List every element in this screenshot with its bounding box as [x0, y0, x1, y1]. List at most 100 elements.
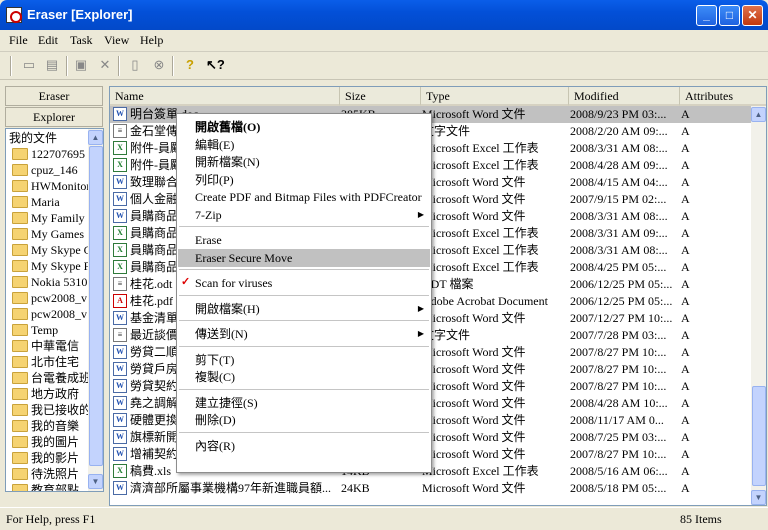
scroll-thumb[interactable] — [752, 386, 766, 486]
tree-folder-item[interactable]: 我的圖片 — [12, 434, 79, 450]
context-menu-item[interactable]: 開啟檔案(H) ▶ — [178, 300, 430, 318]
tree-folder-item[interactable]: 教育部點 — [12, 482, 80, 492]
tree-folder-item[interactable]: 北市住宅 — [12, 354, 79, 370]
context-menu-item[interactable]: ✓ Scan for viruses — [178, 274, 430, 292]
menu-help[interactable]: Help — [140, 33, 163, 48]
col-header-size[interactable]: Size — [340, 87, 421, 106]
context-menu-item[interactable]: 內容(R) — [178, 437, 430, 455]
minimize-button[interactable]: _ — [696, 5, 717, 26]
menu-task[interactable]: Task — [70, 33, 93, 48]
context-help-icon[interactable]: ↖? — [206, 56, 225, 74]
context-menu-item[interactable]: 開啟舊檔(O) — [178, 118, 430, 136]
tree-folder-item[interactable]: HWMonitor — [12, 178, 90, 194]
tree-root-item[interactable]: 我的文件 — [9, 130, 57, 146]
tree-folder-item[interactable]: My Games — [12, 226, 84, 242]
tree-folder-item[interactable]: 待洗照片 — [12, 466, 79, 482]
context-menu-item[interactable]: Eraser Secure Move — [178, 248, 430, 267]
col-header-type[interactable]: Type — [421, 87, 569, 106]
cell-modified: 2007/12/27 PM 10:... — [570, 311, 673, 325]
window-title: Eraser [Explorer] — [27, 7, 133, 22]
txt-file-icon: ≡ — [113, 124, 127, 138]
file-list-scrollbar[interactable]: ▲ ▼ — [751, 106, 766, 505]
tree-folder-item[interactable]: My Family — [12, 210, 85, 226]
context-menu-item[interactable]: Create PDF and Bitmap Files with PDFCrea… — [178, 188, 430, 206]
context-menu-item[interactable]: 傳送到(N) ▶ — [178, 325, 430, 343]
tree-item-label: 地方政府 — [31, 387, 80, 401]
tree-folder-item[interactable]: cpuz_146 — [12, 162, 78, 178]
context-menu-item[interactable]: 編輯(E) — [178, 136, 430, 154]
tab-explorer[interactable]: Explorer — [5, 107, 103, 127]
tree-folder-item[interactable]: pcw2008_v — [12, 290, 87, 306]
context-menu-item[interactable]: 剪下(T) — [178, 351, 430, 369]
menu-separator — [179, 345, 429, 347]
file-row[interactable]: W 濟濟部所屬事業機構97年新進職員額... 24KB Microsoft Word … — [110, 480, 751, 497]
cell-attr: A — [681, 226, 690, 240]
close-button[interactable]: ✕ — [742, 5, 763, 26]
tree-folder-item[interactable]: 我的影片 — [12, 450, 79, 466]
cell-attr: A — [681, 328, 690, 342]
context-menu-item[interactable]: 複製(C) — [178, 368, 430, 386]
tree-folder-item[interactable]: Nokia 5310 — [12, 274, 87, 290]
run-icon[interactable]: ▯ — [126, 56, 144, 74]
toolbar-separator — [118, 56, 120, 76]
tree-folder-item[interactable]: 地方政府 — [12, 386, 79, 402]
stop-icon[interactable]: ⊗ — [150, 56, 168, 74]
menu-separator — [179, 388, 429, 390]
cell-type: Microsoft Excel 工作表 — [422, 243, 539, 257]
maximize-button[interactable]: □ — [719, 5, 740, 26]
tree-folder-item[interactable]: 中華電信 — [12, 338, 79, 354]
tree-folder-item[interactable]: My Skype C — [12, 242, 92, 258]
tree-folder-item[interactable]: 122707695 — [12, 146, 85, 162]
context-menu-item[interactable]: 建立捷徑(S) — [178, 394, 430, 412]
tree-folder-item[interactable]: My Skype F — [12, 258, 90, 274]
word-file-icon: W — [113, 396, 127, 410]
context-menu-item[interactable]: 7-Zip ▶ — [178, 206, 430, 224]
context-menu-item[interactable]: 開新檔案(N) — [178, 153, 430, 171]
tree-folder-item[interactable]: 我已接收的 — [12, 402, 91, 418]
tree-folder-item[interactable]: Temp — [12, 322, 58, 338]
tree-item-label: 教育部點 — [31, 483, 80, 492]
tree-scroll-down-button[interactable]: ▼ — [88, 474, 103, 489]
context-menu-item[interactable]: 列印(P) — [178, 171, 430, 189]
cell-attr: A — [681, 107, 690, 121]
context-menu-item-label: 複製(C) — [195, 370, 235, 384]
help-icon[interactable]: ? — [181, 56, 199, 74]
context-menu-item[interactable]: 刪除(D) — [178, 411, 430, 429]
tree-scroll-thumb[interactable] — [89, 146, 103, 466]
scroll-up-button[interactable]: ▲ — [751, 107, 766, 122]
tree-folder-item[interactable]: 台電養成班 — [12, 370, 91, 386]
properties-icon[interactable]: ▣ — [72, 56, 90, 74]
word-file-icon: W — [113, 362, 127, 376]
col-header-name[interactable]: Name — [110, 87, 340, 106]
cell-type: Microsoft Excel 工作表 — [422, 141, 539, 155]
tree-folder-item[interactable]: pcw2008_v — [12, 306, 87, 322]
delete-icon[interactable]: ✕ — [96, 56, 114, 74]
cell-type: Microsoft Word 文件 — [422, 192, 526, 206]
tree-folder-item[interactable]: 我的音樂 — [12, 418, 79, 434]
cell-modified: 2007/8/27 PM 10:... — [570, 362, 667, 376]
tab-eraser[interactable]: Eraser — [5, 86, 103, 106]
menu-file[interactable]: File — [9, 33, 28, 48]
folder-icon — [12, 260, 28, 272]
txt-file-icon: ≡ — [113, 277, 127, 291]
cell-type: Microsoft Excel 工作表 — [422, 464, 539, 478]
col-header-attributes[interactable]: Attributes — [680, 87, 766, 106]
scroll-down-button[interactable]: ▼ — [751, 490, 766, 505]
tree-folder-item[interactable]: Maria — [12, 194, 60, 210]
col-header-size-label: Size — [345, 89, 366, 103]
word-file-icon: W — [113, 311, 127, 325]
menu-view[interactable]: View — [104, 33, 129, 48]
eraser-app-icon[interactable] — [6, 7, 22, 23]
col-header-modified[interactable]: Modified — [569, 87, 680, 106]
cell-type: Microsoft Word 文件 — [422, 481, 526, 495]
paste-icon[interactable]: ▤ — [43, 56, 61, 74]
cell-attr: A — [681, 192, 690, 206]
menu-edit[interactable]: Edit — [38, 33, 58, 48]
context-menu-item[interactable]: Erase — [178, 231, 430, 249]
new-task-icon[interactable]: ▭ — [20, 56, 38, 74]
context-menu-item-label: 開新檔案(N) — [195, 155, 260, 169]
tree-scrollbar[interactable]: ▲ ▼ — [88, 129, 103, 491]
cell-modified: 2008/3/31 AM 08:... — [570, 243, 668, 257]
tree-scroll-up-button[interactable]: ▲ — [88, 130, 103, 145]
cell-attr: A — [681, 124, 690, 138]
